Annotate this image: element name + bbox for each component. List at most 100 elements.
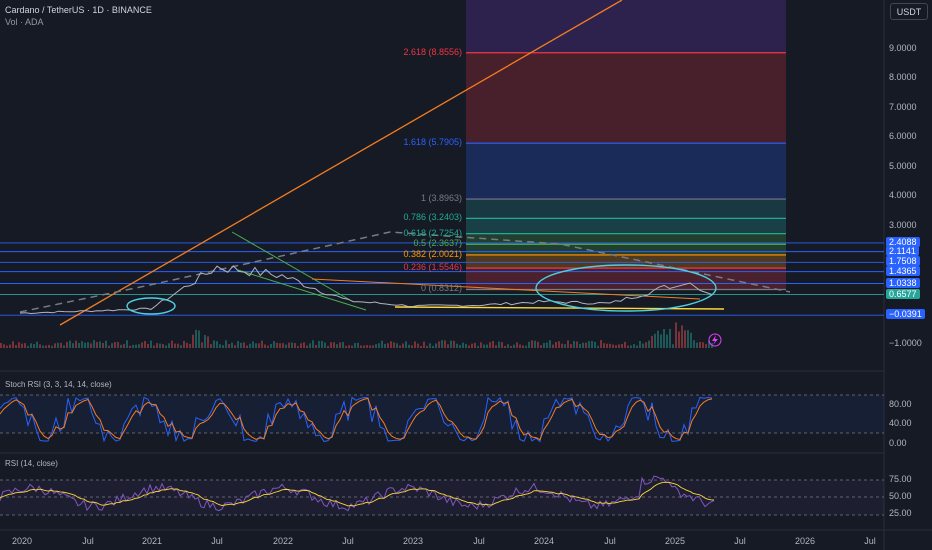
volume-bar: [585, 342, 587, 348]
volume-bar: [414, 341, 416, 348]
volume-bar: [597, 345, 599, 348]
volume-bar: [441, 340, 443, 348]
volume-bar: [381, 340, 383, 348]
volume-bar: [150, 340, 152, 348]
volume-bar: [639, 340, 641, 348]
axis-tick-label: 0.00: [889, 438, 907, 448]
axis-tick-label: 7.0000: [889, 101, 917, 112]
price-badge: 2.1141: [886, 245, 919, 256]
volume-bar: [606, 343, 608, 348]
volume-bar: [678, 331, 680, 348]
volume-bar: [699, 341, 701, 348]
volume-bar: [141, 342, 143, 348]
volume-bar: [378, 343, 380, 348]
volume-bar: [198, 330, 200, 348]
volume-bar: [228, 343, 230, 348]
volume-bar: [489, 342, 491, 348]
fib-level-label: 1 (3.8963): [420, 193, 462, 204]
volume-label: Vol · ADA: [5, 17, 44, 27]
volume-bar: [258, 343, 260, 348]
volume-bar: [3, 344, 5, 348]
channel-line: [231, 231, 351, 301]
volume-bar: [417, 343, 419, 348]
volume-bar: [429, 343, 431, 348]
volume-bar: [477, 345, 479, 348]
volume-bar: [108, 345, 110, 348]
volume-bar: [456, 343, 458, 348]
volume-bar: [282, 343, 284, 348]
volume-bar: [618, 344, 620, 348]
fib-level-label: 1.618 (5.7905): [403, 137, 462, 148]
rsi-title: RSI (14, close): [5, 459, 58, 468]
volume-bar: [369, 345, 371, 348]
fib-zone: [466, 233, 786, 254]
volume-bar: [261, 340, 263, 348]
volume-bar: [492, 340, 494, 348]
volume-bar: [648, 340, 650, 348]
volume-bar: [294, 343, 296, 348]
volume-bar: [102, 342, 104, 348]
volume-bar: [471, 343, 473, 348]
volume-bar: [201, 342, 203, 348]
volume-bar: [465, 343, 467, 348]
volume-bar: [555, 341, 557, 348]
volume-bar: [63, 345, 65, 348]
volume-bar: [189, 343, 191, 348]
volume-bar: [333, 342, 335, 348]
volume-bar: [468, 345, 470, 348]
volume-bar: [315, 344, 317, 348]
chart-title[interactable]: Cardano / TetherUS · 1D · BINANCE: [5, 5, 152, 15]
volume-bar: [351, 345, 353, 348]
volume-bar: [405, 341, 407, 348]
volume-bar: [549, 340, 551, 348]
volume-bar: [51, 345, 53, 348]
volume-bar: [45, 345, 47, 348]
volume-bar: [75, 340, 77, 348]
volume-bar: [495, 345, 497, 348]
volume-bar: [84, 342, 86, 348]
volume-bar: [246, 345, 248, 348]
volume-bar: [615, 345, 617, 348]
x-axis-label: Jul: [864, 536, 876, 546]
volume-bar: [204, 335, 206, 348]
volume-bar: [309, 343, 311, 348]
x-axis-label: Jul: [604, 536, 616, 546]
volume-bar: [57, 342, 59, 348]
volume-bar: [399, 345, 401, 348]
volume-bar: [180, 345, 182, 348]
volume-bar: [105, 340, 107, 348]
price-badge: 1.7508: [886, 256, 920, 267]
fib-level-label: 0.786 (3.2403): [403, 212, 462, 223]
volume-bar: [627, 345, 629, 348]
volume-bar: [87, 342, 89, 348]
volume-bar: [231, 342, 233, 348]
volume-bar: [144, 341, 146, 348]
volume-bar: [270, 343, 272, 348]
lightning-icon[interactable]: [708, 333, 722, 347]
volume-bar: [411, 345, 413, 348]
volume-bar: [447, 344, 449, 348]
volume-bar: [687, 330, 689, 348]
volume-bar: [579, 343, 581, 348]
volume-bar: [318, 340, 320, 348]
volume-bar: [633, 344, 635, 348]
volume-bar: [540, 345, 542, 348]
volume-bar: [210, 344, 212, 348]
volume-bar: [603, 343, 605, 348]
volume-bar: [162, 344, 164, 348]
x-axis-label: Jul: [82, 536, 94, 546]
volume-bar: [684, 330, 686, 348]
currency-button[interactable]: USDT: [890, 3, 928, 20]
volume-bar: [147, 343, 149, 348]
volume-bar: [609, 343, 611, 348]
volume-bar: [138, 344, 140, 348]
volume-bar: [666, 334, 668, 348]
volume-bar: [345, 345, 347, 348]
volume-bar: [90, 343, 92, 348]
volume-bar: [339, 342, 341, 348]
volume-bar: [651, 335, 653, 348]
volume-bar: [435, 343, 437, 348]
fib-zone: [466, 52, 786, 143]
volume-bar: [93, 340, 95, 348]
trading-chart[interactable]: [0, 0, 932, 550]
